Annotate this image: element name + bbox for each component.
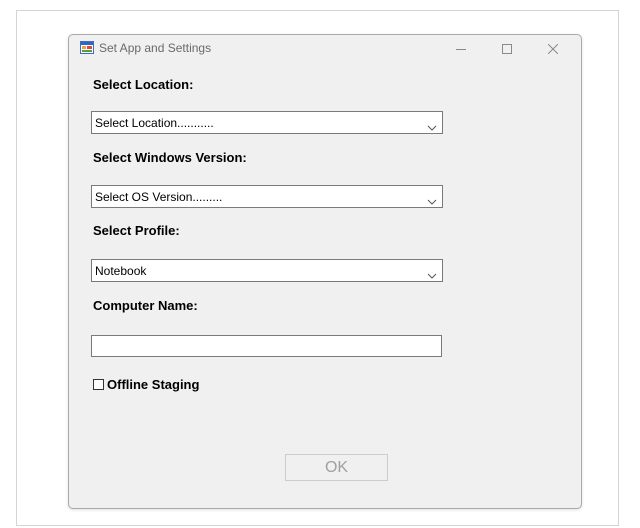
window-title: Set App and Settings <box>99 41 212 55</box>
profile-dropdown[interactable]: Notebook <box>91 259 443 282</box>
minimize-icon <box>456 44 466 54</box>
location-label: Select Location: <box>93 77 194 92</box>
windows-version-label: Select Windows Version: <box>93 150 247 165</box>
maximize-button[interactable] <box>484 35 530 63</box>
windows-version-selected-value: Select OS Version......... <box>95 190 223 204</box>
offline-staging-checkbox[interactable] <box>93 378 104 390</box>
location-selected-value: Select Location........... <box>95 116 214 130</box>
windows-version-dropdown[interactable]: Select OS Version......... <box>91 185 443 208</box>
chevron-down-icon <box>427 119 437 131</box>
offline-staging-row[interactable]: Offline Staging <box>93 376 199 392</box>
minimize-button[interactable] <box>438 35 484 63</box>
chevron-down-icon <box>427 267 437 279</box>
ok-button[interactable]: OK <box>285 454 388 481</box>
title-bar[interactable]: Set App and Settings <box>69 35 581 63</box>
computer-name-label: Computer Name: <box>93 298 198 313</box>
close-button[interactable] <box>530 35 576 63</box>
profile-label: Select Profile: <box>93 223 180 238</box>
settings-window: Set App and Settings Select Location: Se… <box>68 34 582 509</box>
maximize-icon <box>502 44 512 54</box>
close-icon <box>548 44 558 54</box>
form-app-icon <box>80 41 94 54</box>
offline-staging-label[interactable]: Offline Staging <box>107 377 199 392</box>
computer-name-input[interactable] <box>91 335 442 357</box>
profile-selected-value: Notebook <box>95 264 147 278</box>
location-dropdown[interactable]: Select Location........... <box>91 111 443 134</box>
chevron-down-icon <box>427 193 437 205</box>
